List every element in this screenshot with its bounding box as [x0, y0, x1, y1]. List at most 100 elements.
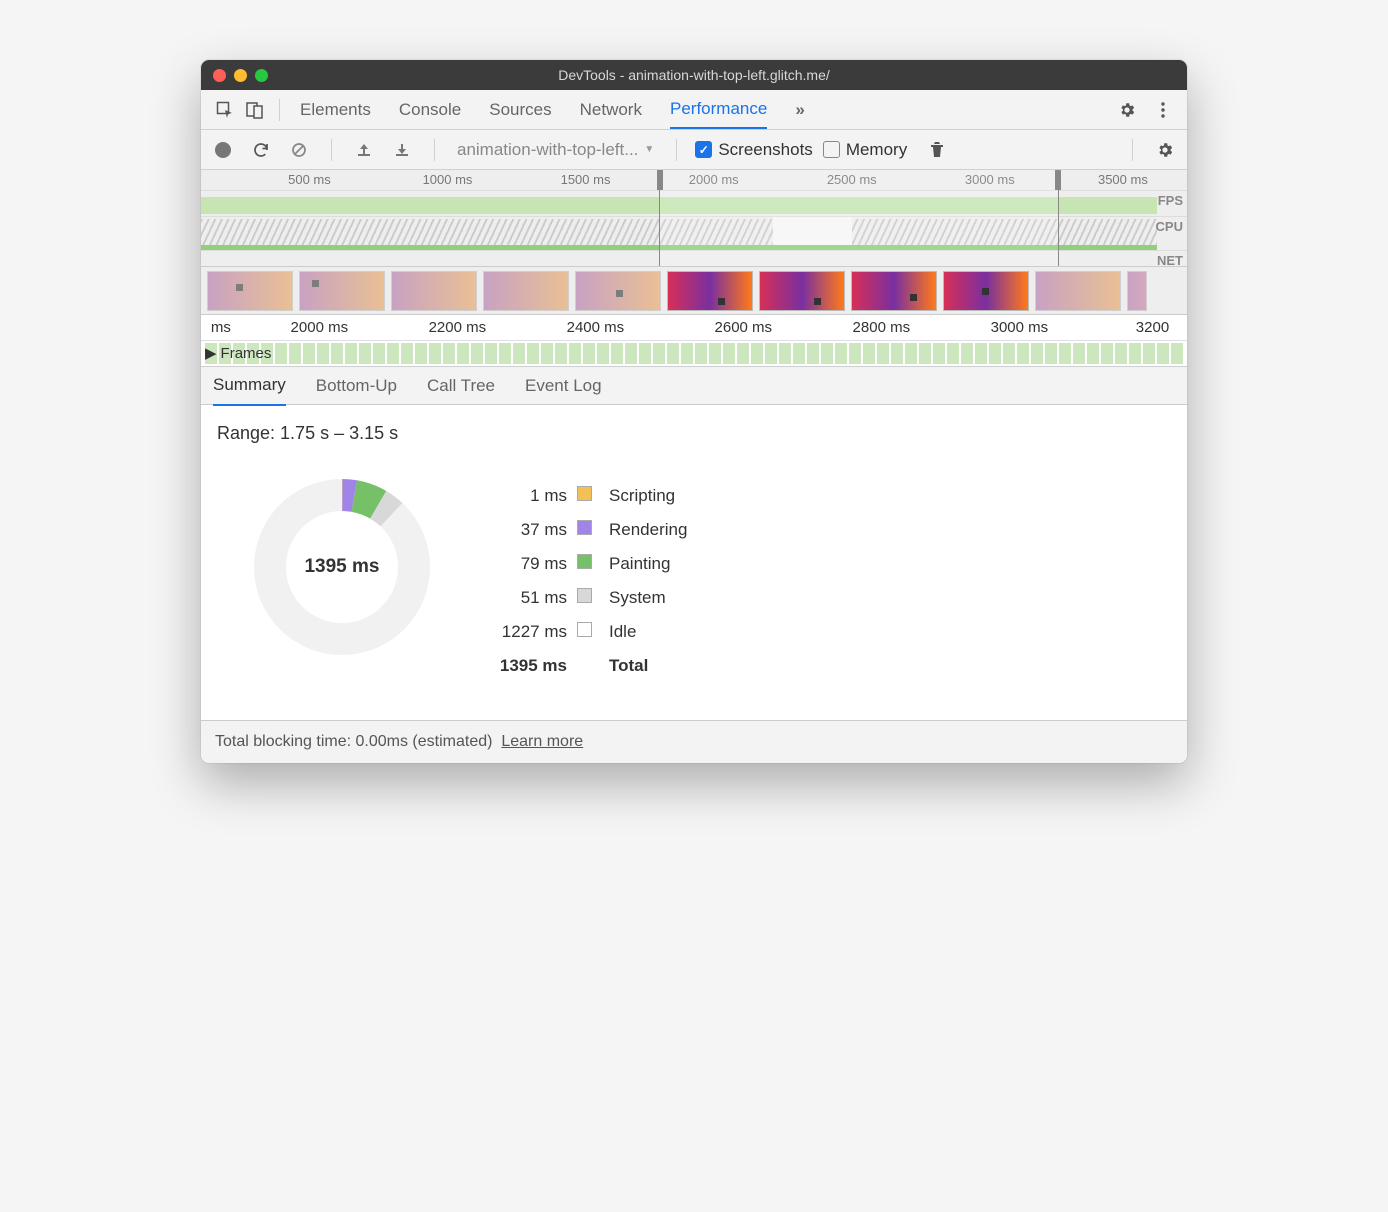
screenshot-thumb[interactable]: [391, 271, 477, 311]
screenshot-thumb[interactable]: [851, 271, 937, 311]
fps-lane-label: FPS: [1158, 193, 1183, 208]
tick-label: 3200: [1136, 319, 1169, 336]
tick-label: 500 ms: [288, 172, 331, 187]
frames-label: Frames: [221, 345, 272, 362]
tick-label: 1500 ms: [561, 172, 611, 187]
separator: [279, 99, 280, 121]
detail-tabs: Summary Bottom-Up Call Tree Event Log: [201, 367, 1187, 405]
screenshot-thumb[interactable]: [207, 271, 293, 311]
device-toolbar-icon[interactable]: [241, 96, 269, 124]
screenshots-filmstrip[interactable]: [201, 267, 1187, 315]
screenshot-thumb[interactable]: [1035, 271, 1121, 311]
window-minimize-button[interactable]: [234, 69, 247, 82]
screenshots-label: Screenshots: [718, 140, 813, 160]
screenshot-thumb[interactable]: [759, 271, 845, 311]
timeline-overview[interactable]: 500 ms 1000 ms 1500 ms 2000 ms 2500 ms 3…: [201, 170, 1187, 267]
legend-row-rendering: 37 ms Rendering: [497, 520, 687, 540]
tick-label: 3000 ms: [991, 319, 1049, 336]
traffic-lights: [213, 69, 268, 82]
summary-panel: Range: 1.75 s – 3.15 s 1395 ms 1 ms Scri…: [201, 405, 1187, 720]
collect-garbage-icon[interactable]: [923, 136, 951, 164]
legend-row-idle: 1227 ms Idle: [497, 622, 687, 642]
window-zoom-button[interactable]: [255, 69, 268, 82]
reload-record-button[interactable]: [247, 136, 275, 164]
profile-select-label: animation-with-top-left...: [457, 140, 638, 160]
window-close-button[interactable]: [213, 69, 226, 82]
screenshot-thumb[interactable]: [299, 271, 385, 311]
record-button[interactable]: [209, 136, 237, 164]
frames-track[interactable]: ▶ Frames: [201, 341, 1187, 367]
tab-sources[interactable]: Sources: [489, 92, 551, 128]
frames-bars: [205, 343, 1183, 364]
frames-track-header[interactable]: ▶ Frames: [205, 344, 271, 362]
screenshot-thumb[interactable]: [1127, 271, 1147, 311]
flame-ruler[interactable]: ms 2000 ms 2200 ms 2400 ms 2600 ms 2800 …: [201, 315, 1187, 341]
separator: [434, 139, 435, 161]
cpu-lane-label: CPU: [1156, 219, 1183, 234]
inspect-element-icon[interactable]: [211, 96, 239, 124]
range-text: Range: 1.75 s – 3.15 s: [217, 423, 1171, 444]
checkbox-checked-icon: ✓: [695, 141, 712, 158]
tab-elements[interactable]: Elements: [300, 92, 371, 128]
tick-label: 2400 ms: [567, 319, 625, 336]
memory-checkbox[interactable]: Memory: [823, 140, 907, 160]
selection-handle-right[interactable]: [1055, 170, 1061, 190]
load-profile-icon[interactable]: [350, 136, 378, 164]
tab-network[interactable]: Network: [580, 92, 642, 128]
detail-tab-event-log[interactable]: Event Log: [525, 367, 602, 405]
screenshots-checkbox[interactable]: ✓ Screenshots: [695, 140, 813, 160]
window-title: DevTools - animation-with-top-left.glitc…: [201, 67, 1187, 83]
screenshot-thumb[interactable]: [667, 271, 753, 311]
devtools-main-tabs: Elements Console Sources Network Perform…: [201, 90, 1187, 130]
swatch-system: [577, 588, 592, 603]
disclosure-triangle-icon: ▶: [205, 344, 217, 362]
screenshot-thumb[interactable]: [575, 271, 661, 311]
devtools-window: DevTools - animation-with-top-left.glitc…: [201, 60, 1187, 763]
net-lane-label: NET: [1157, 253, 1183, 268]
selection-handle-left[interactable]: [657, 170, 663, 190]
tab-console[interactable]: Console: [399, 92, 461, 128]
kebab-menu-icon[interactable]: [1149, 96, 1177, 124]
legend-row-total: 1395 ms Total: [497, 656, 687, 676]
profile-select[interactable]: animation-with-top-left... ▼: [453, 138, 658, 162]
detail-tab-summary[interactable]: Summary: [213, 366, 286, 406]
tick-label: 3500 ms: [1098, 172, 1148, 187]
tick-label: 2000 ms: [291, 319, 349, 336]
tab-performance[interactable]: Performance: [670, 91, 767, 129]
legend-row-scripting: 1 ms Scripting: [497, 486, 687, 506]
ruler-left-stub: ms: [211, 319, 231, 336]
tick-label: 1000 ms: [423, 172, 473, 187]
swatch-idle: [577, 622, 592, 637]
blocking-time-value: 0.00ms (estimated): [356, 733, 493, 750]
legend-row-system: 51 ms System: [497, 588, 687, 608]
save-profile-icon[interactable]: [388, 136, 416, 164]
detail-tab-call-tree[interactable]: Call Tree: [427, 367, 495, 405]
capture-settings-gear-icon[interactable]: [1151, 136, 1179, 164]
summary-legend: 1 ms Scripting 37 ms Rendering 79 ms Pai…: [497, 472, 687, 690]
titlebar[interactable]: DevTools - animation-with-top-left.glitc…: [201, 60, 1187, 90]
learn-more-link[interactable]: Learn more: [501, 733, 583, 750]
tick-label: 2200 ms: [429, 319, 487, 336]
settings-gear-icon[interactable]: [1113, 96, 1141, 124]
checkbox-unchecked-icon: [823, 141, 840, 158]
swatch-painting: [577, 554, 592, 569]
swatch-rendering: [577, 520, 592, 535]
clear-button[interactable]: [285, 136, 313, 164]
screenshot-thumb[interactable]: [943, 271, 1029, 311]
separator: [676, 139, 677, 161]
blocking-time-label: Total blocking time:: [215, 733, 356, 750]
separator: [1132, 139, 1133, 161]
separator: [331, 139, 332, 161]
tabs-overflow-button[interactable]: »: [795, 92, 804, 128]
performance-toolbar: animation-with-top-left... ▼ ✓ Screensho…: [201, 130, 1187, 170]
overview-selection[interactable]: [659, 170, 1058, 266]
blocking-time-footer: Total blocking time: 0.00ms (estimated) …: [201, 720, 1187, 763]
dropdown-triangle-icon: ▼: [644, 144, 654, 155]
legend-row-painting: 79 ms Painting: [497, 554, 687, 574]
donut-center-value: 1395 ms: [247, 472, 437, 662]
memory-label: Memory: [846, 140, 907, 160]
summary-donut-chart: 1395 ms: [247, 472, 437, 662]
main-tab-list: Elements Console Sources Network Perform…: [290, 91, 1111, 129]
detail-tab-bottom-up[interactable]: Bottom-Up: [316, 367, 397, 405]
screenshot-thumb[interactable]: [483, 271, 569, 311]
